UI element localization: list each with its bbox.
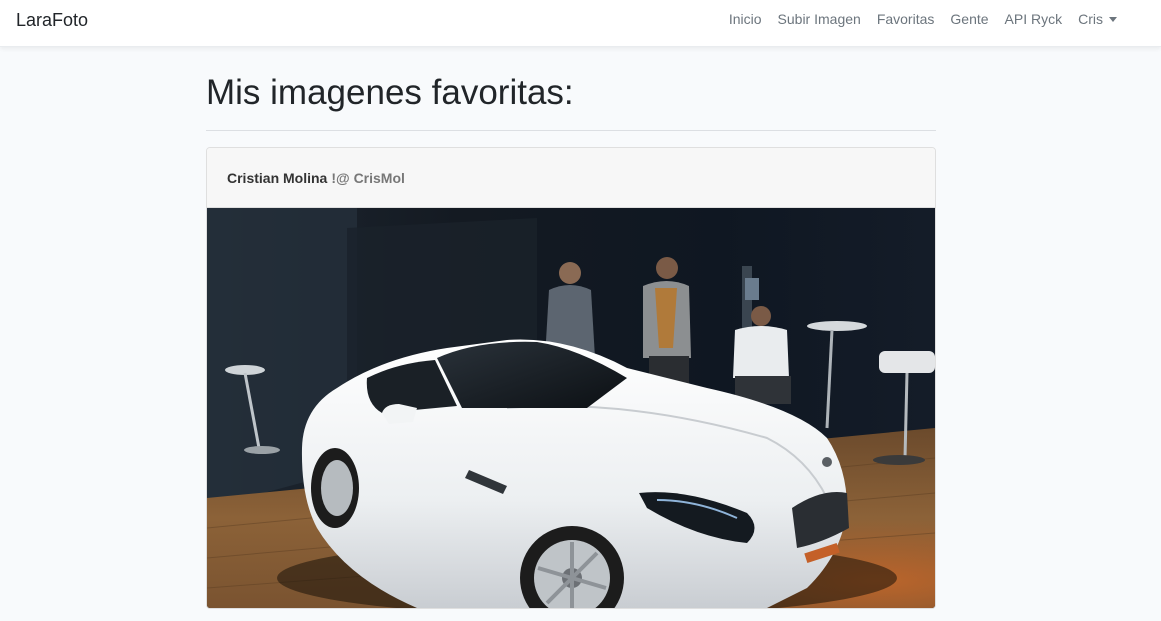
nav-link-inicio[interactable]: Inicio [729, 11, 762, 27]
title-divider [206, 130, 936, 131]
page-title: Mis imagenes favoritas: [206, 73, 574, 112]
nav-link-favoritas[interactable]: Favoritas [877, 11, 935, 27]
post-author-nick[interactable]: !@ CrisMol [331, 170, 405, 186]
favorite-post-card: Cristian Molina !@ CrisMol [206, 147, 936, 609]
nav-link-api-ryck[interactable]: API Ryck [1005, 11, 1063, 27]
nav-link-gente[interactable]: Gente [950, 11, 988, 27]
caret-down-icon [1109, 17, 1117, 22]
post-header: Cristian Molina !@ CrisMol [207, 148, 935, 208]
main-content: Mis imagenes favoritas: Cristian Molina … [206, 47, 936, 609]
nav-links: Inicio Subir Imagen Favoritas Gente API … [729, 11, 1117, 27]
user-menu-label: Cris [1078, 11, 1103, 27]
navbar: LaraFoto Inicio Subir Imagen Favoritas G… [0, 0, 1161, 47]
post-image[interactable] [207, 208, 935, 608]
post-author-name[interactable]: Cristian Molina [227, 170, 327, 186]
brand-link[interactable]: LaraFoto [16, 10, 88, 31]
user-menu-dropdown[interactable]: Cris [1078, 11, 1117, 27]
nav-link-subir-imagen[interactable]: Subir Imagen [778, 11, 861, 27]
